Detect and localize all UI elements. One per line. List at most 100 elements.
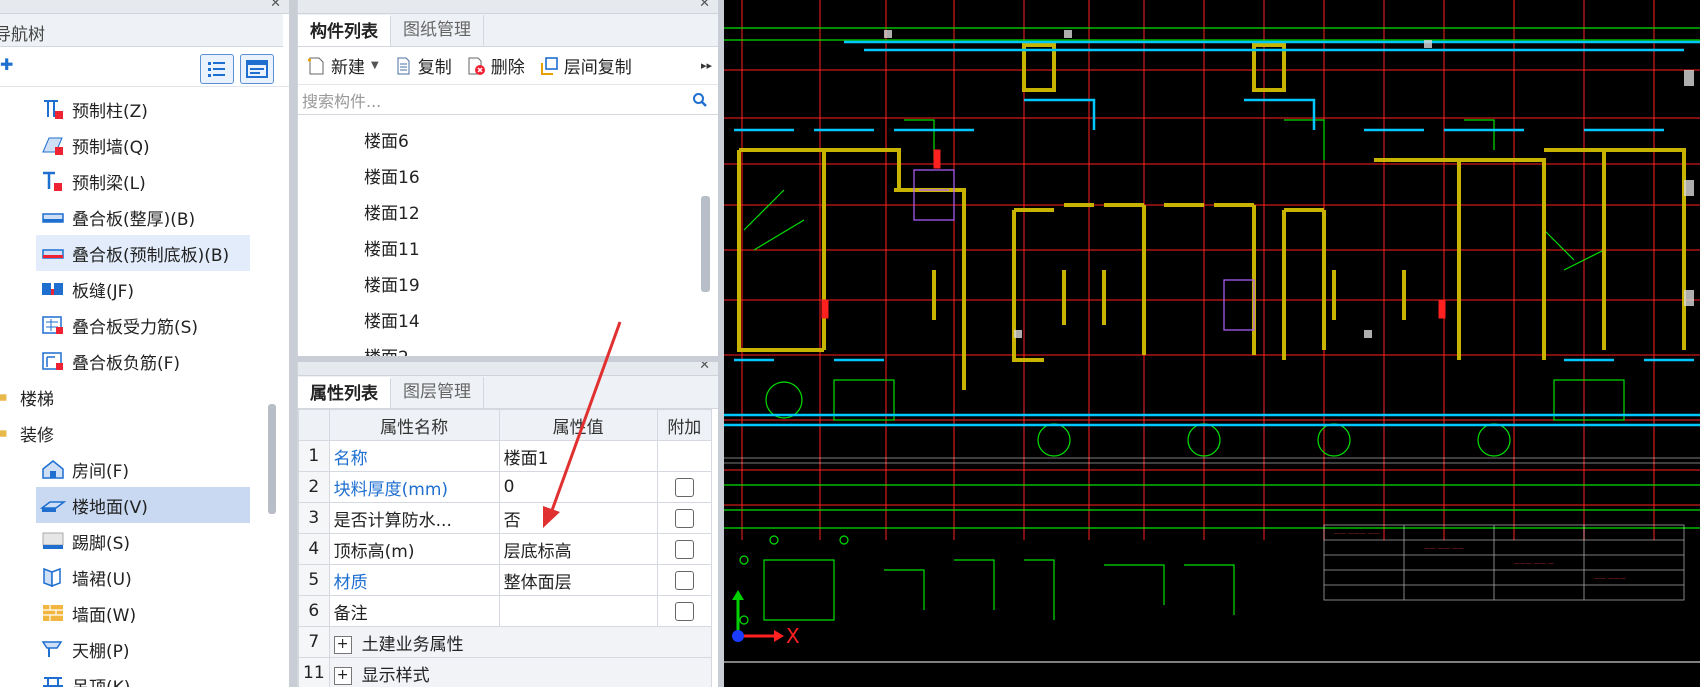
tree-view-button[interactable] <box>240 54 274 84</box>
property-tabs: 属性列表 图层管理 <box>298 376 718 409</box>
tree-item-label: 天棚(P) <box>72 641 130 662</box>
tree-item-label: 墙裙(U) <box>72 569 132 590</box>
component-list-item[interactable]: 楼面14 <box>298 304 698 340</box>
property-value[interactable]: 楼面1 <box>498 440 658 472</box>
svg-text:—— —— ——: —— —— —— <box>1424 545 1464 552</box>
tree-item[interactable]: 楼地面(V) <box>36 487 250 523</box>
property-row[interactable]: 7 + 土建业务属性 <box>298 626 713 658</box>
property-extra-cell <box>656 564 713 596</box>
tree-item[interactable]: 装修 <box>0 415 270 451</box>
component-list: 楼面6楼面16楼面12楼面11楼面19楼面14楼面2 <box>298 124 698 356</box>
ucs-axis-icon: X <box>732 590 800 648</box>
tree-item[interactable]: 房间(F) <box>0 451 270 487</box>
tree-item[interactable]: 预制墙(Q) <box>0 127 270 163</box>
property-row[interactable]: 1 名称 楼面1 <box>298 440 713 472</box>
extra-checkbox[interactable] <box>674 539 694 559</box>
property-row[interactable]: 4 顶标高(m) 层底标高 <box>298 533 713 565</box>
search-input[interactable]: 搜索构件... <box>302 88 381 112</box>
tab-property-list[interactable]: 属性列表 <box>298 377 391 408</box>
row-number: 2 <box>298 471 330 503</box>
tab-layer-management[interactable]: 图层管理 <box>391 377 484 408</box>
property-value[interactable]: 层底标高 <box>498 533 658 565</box>
tree-item-label: 装修 <box>20 425 54 446</box>
component-scrollbar[interactable] <box>701 196 710 292</box>
property-value[interactable]: 0 <box>498 471 658 503</box>
close-icon[interactable]: ✕ <box>699 0 710 11</box>
tree-item-label: 预制梁(L) <box>72 173 146 194</box>
property-row[interactable]: 3 是否计算防水... 否 <box>298 502 713 534</box>
component-list-item[interactable]: 楼面6 <box>298 124 698 160</box>
floor-copy-label: 层间复制 <box>563 58 632 78</box>
property-group-label: 土建业务属性 <box>361 634 464 655</box>
tab-component-list[interactable]: 构件列表 <box>298 15 391 46</box>
property-row[interactable]: 11 + 显示样式 <box>298 657 713 687</box>
delete-icon <box>468 57 485 75</box>
copy-button[interactable]: 复制 <box>393 53 452 78</box>
close-icon[interactable]: ✕ <box>699 362 710 373</box>
component-list-item[interactable]: 楼面12 <box>298 196 698 232</box>
tree-view-icon <box>246 60 268 78</box>
property-value[interactable] <box>498 595 658 627</box>
tree-item[interactable]: 墙面(W) <box>0 595 270 631</box>
component-list-item[interactable]: 楼面2 <box>298 340 698 356</box>
cad-drawing-canvas[interactable]: —— ——— —— —— —— —— ——— —— — —— ——— X <box>724 0 1700 687</box>
tree-item-label: 踢脚(S) <box>72 533 131 554</box>
component-list-item[interactable]: 楼面11 <box>298 232 698 268</box>
close-icon[interactable]: ✕ <box>270 0 281 11</box>
composite-slab-base-icon <box>40 242 72 264</box>
tree-item[interactable]: 叠合板受力筋(S) <box>0 307 270 343</box>
extra-checkbox[interactable] <box>674 601 694 621</box>
property-group[interactable]: + 土建业务属性 <box>328 626 713 658</box>
extra-checkbox[interactable] <box>674 508 694 528</box>
tree-item[interactable]: 天棚(P) <box>0 631 270 667</box>
floor-copy-button[interactable]: 层间复制 <box>539 53 632 78</box>
row-number: 11 <box>298 657 330 687</box>
property-row[interactable]: 5 材质 整体面层 <box>298 564 713 596</box>
tree-item[interactable]: 踢脚(S) <box>0 523 270 559</box>
folder-icon <box>0 422 20 444</box>
tree-item[interactable]: 预制柱(Z) <box>0 91 270 127</box>
tree-item[interactable]: 叠合板(整厚)(B) <box>0 199 270 235</box>
property-name: 块料厚度(mm) <box>328 471 500 503</box>
property-value[interactable]: 整体面层 <box>498 564 658 596</box>
property-name-header: 属性名称 <box>328 409 500 441</box>
tree-item[interactable]: 墙裙(U) <box>0 559 270 595</box>
tree-item-label: 墙面(W) <box>72 605 137 626</box>
tree-item[interactable]: 预制梁(L) <box>0 163 270 199</box>
component-search[interactable]: 搜索构件... <box>298 85 718 115</box>
tab-drawing-management[interactable]: 图纸管理 <box>391 15 484 46</box>
nav-scrollbar[interactable] <box>268 404 276 514</box>
copy-icon <box>397 57 410 74</box>
more-tools-icon[interactable]: ▸▸ <box>701 59 712 72</box>
tree-item[interactable]: 楼梯 <box>0 379 270 415</box>
extra-checkbox[interactable] <box>674 477 694 497</box>
property-row[interactable]: 6 备注 <box>298 595 713 627</box>
delete-button[interactable]: 删除 <box>466 53 525 78</box>
dropdown-arrow-icon[interactable]: ▼ <box>371 60 379 71</box>
property-group[interactable]: + 显示样式 <box>328 657 713 687</box>
slab-main-rebar-icon <box>40 314 72 336</box>
list-view-button[interactable] <box>200 54 234 84</box>
property-value[interactable]: 否 <box>498 502 658 534</box>
delete-label: 删除 <box>490 58 525 78</box>
add-icon[interactable]: ✚ <box>0 55 13 74</box>
tree-item-label: 楼梯 <box>20 389 54 410</box>
nav-toolbar: ✚ <box>0 47 289 87</box>
precast-beam-icon <box>40 170 72 192</box>
nav-titlebar: ✕ <box>0 0 289 14</box>
tree-item[interactable]: 板缝(JF) <box>0 271 270 307</box>
property-name: 顶标高(m) <box>328 533 500 565</box>
component-list-item[interactable]: 楼面16 <box>298 160 698 196</box>
expand-icon[interactable]: + <box>333 635 352 654</box>
expand-icon[interactable]: + <box>333 666 352 685</box>
extra-checkbox[interactable] <box>674 570 694 590</box>
svg-text:——— —— —: ——— —— — <box>1514 560 1554 567</box>
new-button[interactable]: 新建 ▼ <box>306 53 379 78</box>
floor-surface-icon <box>40 494 72 516</box>
tree-item[interactable]: 吊顶(K) <box>0 667 270 687</box>
tree-item[interactable]: 叠合板负筋(F) <box>0 343 270 379</box>
tree-item[interactable]: 叠合板(预制底板)(B) <box>36 235 250 271</box>
property-row[interactable]: 2 块料厚度(mm) 0 <box>298 471 713 503</box>
search-icon[interactable] <box>692 92 708 108</box>
component-list-item[interactable]: 楼面19 <box>298 268 698 304</box>
